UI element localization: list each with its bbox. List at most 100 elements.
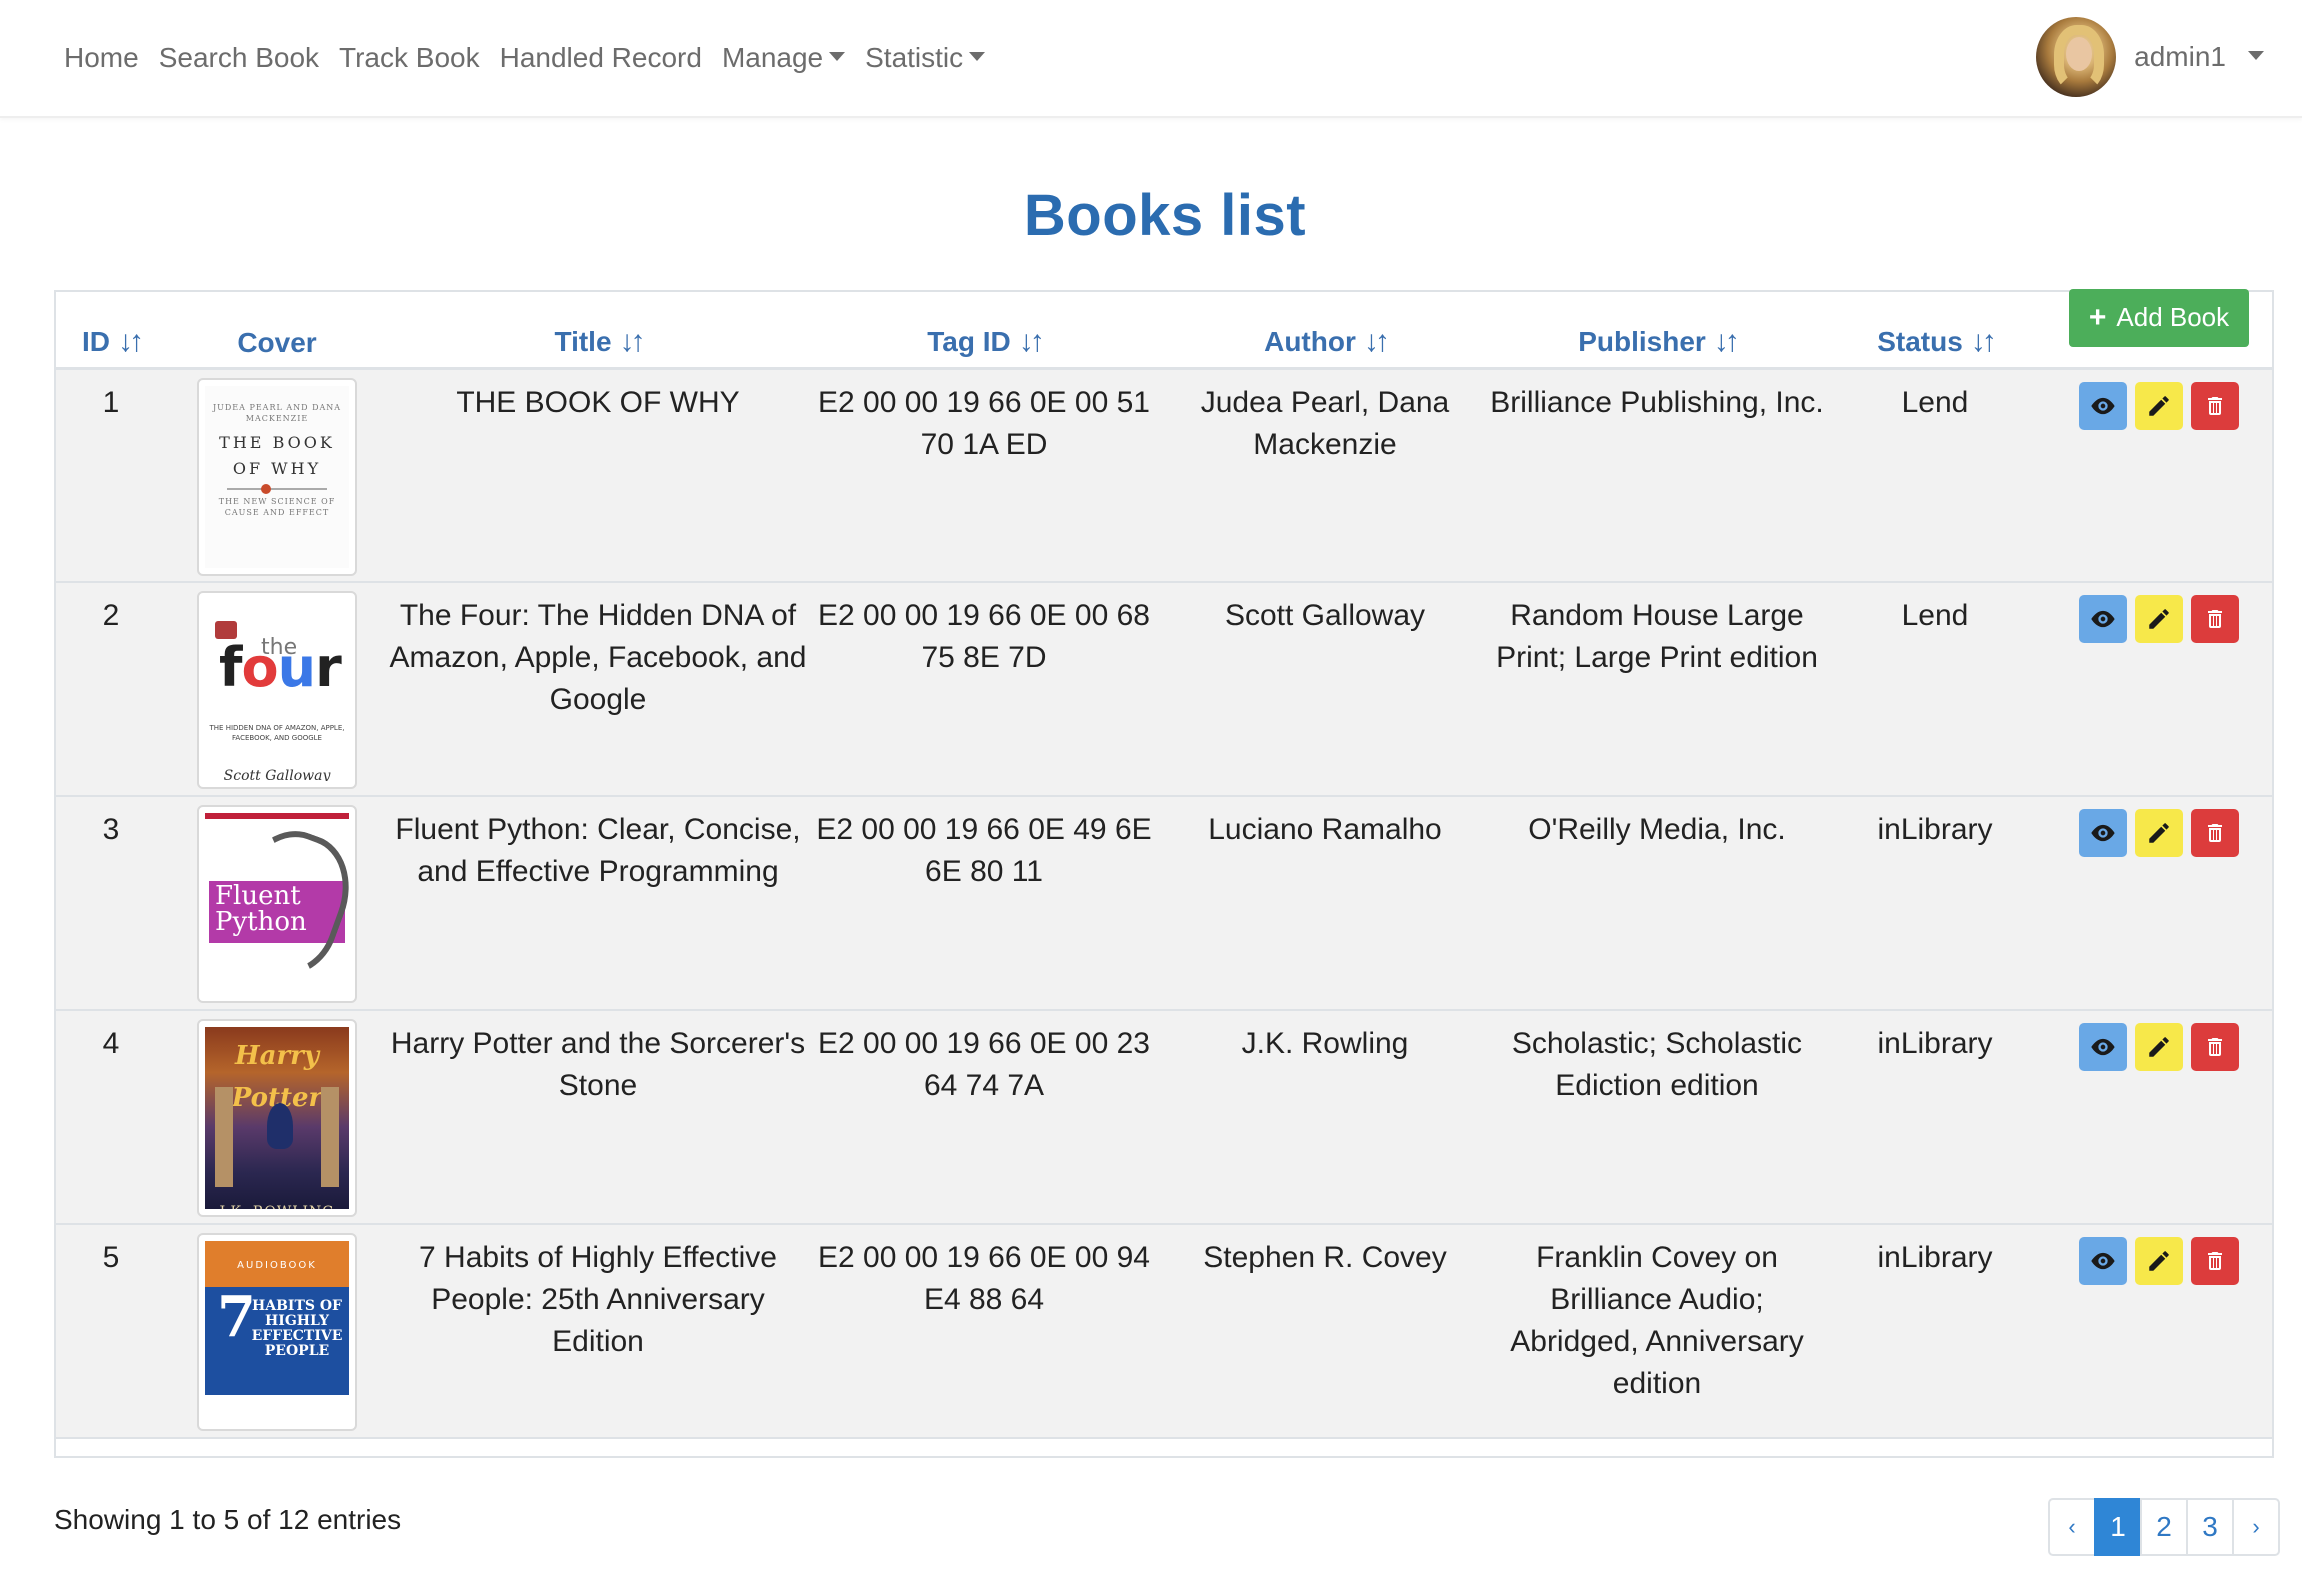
cell-publisher: Franklin Covey on Brilliance Audio; Abri… [1510, 1241, 1804, 1400]
cell-cover: Fluent Python [166, 796, 388, 1010]
book-cover-image[interactable]: AUDIOBOOK 7 HABITS OF HIGHLY EFFECTIVE P… [197, 1233, 357, 1431]
page-2-button[interactable]: 2 [2140, 1498, 2188, 1556]
cell-status: inLibrary [1877, 1241, 1993, 1274]
edit-button[interactable] [2135, 1237, 2183, 1285]
nav-search-book[interactable]: Search Book [159, 36, 319, 80]
cell-cover: JUDEA PEARL AND DANA MACKENZIE THE BOOK … [166, 368, 388, 582]
cell-author: J.K. Rowling [1241, 1027, 1409, 1060]
cell-title: Fluent Python: Clear, Concise, and Effec… [395, 813, 801, 888]
cover-authors: JUDEA PEARL AND DANA MACKENZIE [212, 402, 342, 423]
nav-handled-record[interactable]: Handled Record [500, 36, 702, 80]
delete-button[interactable] [2191, 1237, 2239, 1285]
view-button[interactable] [2079, 595, 2127, 643]
sort-icon[interactable]: ↓↑ [1364, 325, 1390, 359]
table-row: 3 Fluent Python Fluent Python: Clear, Co… [56, 796, 2272, 1010]
cell-actions [2046, 796, 2272, 1010]
nav-manage-dropdown[interactable]: Manage [721, 36, 846, 80]
cell-actions [2046, 582, 2272, 796]
cell-id: 2 [102, 599, 120, 632]
eye-icon [2091, 824, 2115, 842]
entries-info: Showing 1 to 5 of 12 entries [54, 1504, 402, 1535]
view-button[interactable] [2079, 809, 2127, 857]
nav-track-book[interactable]: Track Book [339, 36, 480, 80]
book-cover-image[interactable]: JUDEA PEARL AND DANA MACKENZIE THE BOOK … [197, 377, 357, 576]
pencil-icon [2149, 823, 2169, 843]
sort-icon[interactable]: ↓↑ [1971, 325, 1997, 359]
book-cover-image[interactable]: Fluent Python [197, 805, 357, 1003]
prev-page-button[interactable]: ‹ [2048, 1498, 2096, 1556]
delete-button[interactable] [2191, 381, 2239, 430]
cell-tag-id: E2 00 00 19 66 0E 00 68 75 8E 7D [818, 599, 1150, 674]
username-dropdown[interactable]: admin1 [2134, 41, 2264, 73]
next-page-button[interactable]: › [2232, 1498, 2280, 1556]
cell-tag-id: E2 00 00 19 66 0E 00 23 64 74 7A [818, 1027, 1150, 1102]
cover-title: four [219, 636, 342, 699]
cell-actions [2046, 1010, 2272, 1224]
delete-button[interactable] [2191, 595, 2239, 643]
cell-author: Judea Pearl, Dana Mackenzie [1200, 385, 1450, 461]
delete-button[interactable] [2191, 1023, 2239, 1071]
cell-actions [2046, 1224, 2272, 1438]
cover-title: HABITS OF HIGHLY EFFECTIVE PEOPLE [251, 1298, 343, 1359]
trash-icon [2208, 824, 2222, 842]
col-header-status[interactable]: Status ↓↑ [1824, 292, 2046, 370]
nav-home[interactable]: Home [64, 36, 139, 80]
eye-icon [2091, 610, 2115, 628]
sort-icon[interactable]: ↓↑ [1019, 325, 1045, 359]
col-header-title[interactable]: Title ↓↑ [388, 292, 808, 370]
cell-author: Stephen R. Covey [1203, 1241, 1447, 1274]
edit-button[interactable] [2135, 1023, 2183, 1071]
cell-title: THE BOOK OF WHY [456, 385, 740, 419]
cell-title: 7 Habits of Highly Effective People: 25t… [419, 1241, 777, 1358]
table-header-row: ID ↓↑ Cover Title ↓↑ Tag ID ↓↑ Author ↓↑ Pub… [56, 288, 2272, 370]
top-navbar: Home Search Book Track Book Handled Reco… [0, 0, 2302, 118]
book-cover-image[interactable]: Harry Potter J.K. ROWLING [197, 1019, 357, 1217]
col-header-cover: Cover [166, 292, 388, 370]
add-book-button[interactable]: + Add Book [2069, 288, 2249, 347]
eye-icon [2091, 1038, 2115, 1056]
eye-icon [2091, 1252, 2115, 1270]
view-button[interactable] [2079, 1237, 2127, 1285]
table-row: 2 the four THE HIDDEN DNA OF AMAZON, APP… [56, 582, 2272, 796]
delete-button[interactable] [2191, 809, 2239, 857]
col-header-id[interactable]: ID ↓↑ [56, 292, 166, 370]
sort-icon[interactable]: ↓↑ [620, 325, 646, 359]
edit-button[interactable] [2135, 595, 2183, 643]
user-menu[interactable]: admin1 [2036, 16, 2264, 98]
cell-tag-id: E2 00 00 19 66 0E 00 94 E4 88 64 [818, 1241, 1150, 1316]
cell-publisher: O'Reilly Media, Inc. [1528, 813, 1786, 846]
book-cover-image[interactable]: the four THE HIDDEN DNA OF AMAZON, APPLE… [197, 591, 357, 789]
plus-icon: + [2088, 300, 2107, 334]
cell-publisher: Random House Large Print; Large Print ed… [1496, 599, 1818, 674]
trash-icon [2208, 1038, 2222, 1056]
view-button[interactable] [2079, 1023, 2127, 1071]
table-row: 1 JUDEA PEARL AND DANA MACKENZIE THE BOO… [56, 368, 2272, 582]
nav-manage-label: Manage [721, 42, 824, 73]
pencil-icon [2149, 1251, 2169, 1271]
edit-button[interactable] [2135, 809, 2183, 857]
trash-icon [2208, 396, 2222, 415]
col-header-tag-id[interactable]: Tag ID ↓↑ [808, 292, 1160, 370]
sort-icon[interactable]: ↓↑ [1714, 325, 1740, 359]
cover-author: J.K. ROWLING [205, 1191, 349, 1209]
col-header-author[interactable]: Author ↓↑ [1160, 292, 1490, 370]
cover-subtitle: THE NEW SCIENCE OF CAUSE AND EFFECT [218, 496, 336, 517]
nav-statistic-dropdown[interactable]: Statistic [865, 36, 986, 80]
cell-status: Lend [1901, 385, 1969, 419]
col-header-actions: + Add Book [2046, 288, 2272, 370]
page-3-button[interactable]: 3 [2186, 1498, 2234, 1556]
col-header-publisher[interactable]: Publisher ↓↑ [1490, 292, 1824, 370]
page-1-button[interactable]: 1 [2094, 1498, 2142, 1556]
nav-links: Home Search Book Track Book Handled Reco… [64, 36, 986, 80]
pencil-icon [2149, 1037, 2169, 1057]
cell-author: Luciano Ramalho [1208, 813, 1442, 846]
cell-id: 3 [102, 813, 120, 846]
cover-title-line2: Python [215, 907, 307, 937]
view-button[interactable] [2079, 381, 2127, 430]
edit-button[interactable] [2135, 381, 2183, 430]
books-table-container: ID ↓↑ Cover Title ↓↑ Tag ID ↓↑ Author ↓↑ Pub… [54, 288, 2274, 1458]
sort-icon[interactable]: ↓↑ [118, 325, 144, 359]
cell-cover: AUDIOBOOK 7 HABITS OF HIGHLY EFFECTIVE P… [166, 1224, 388, 1438]
trash-icon [2208, 1252, 2222, 1270]
username-label: admin1 [2134, 41, 2226, 72]
